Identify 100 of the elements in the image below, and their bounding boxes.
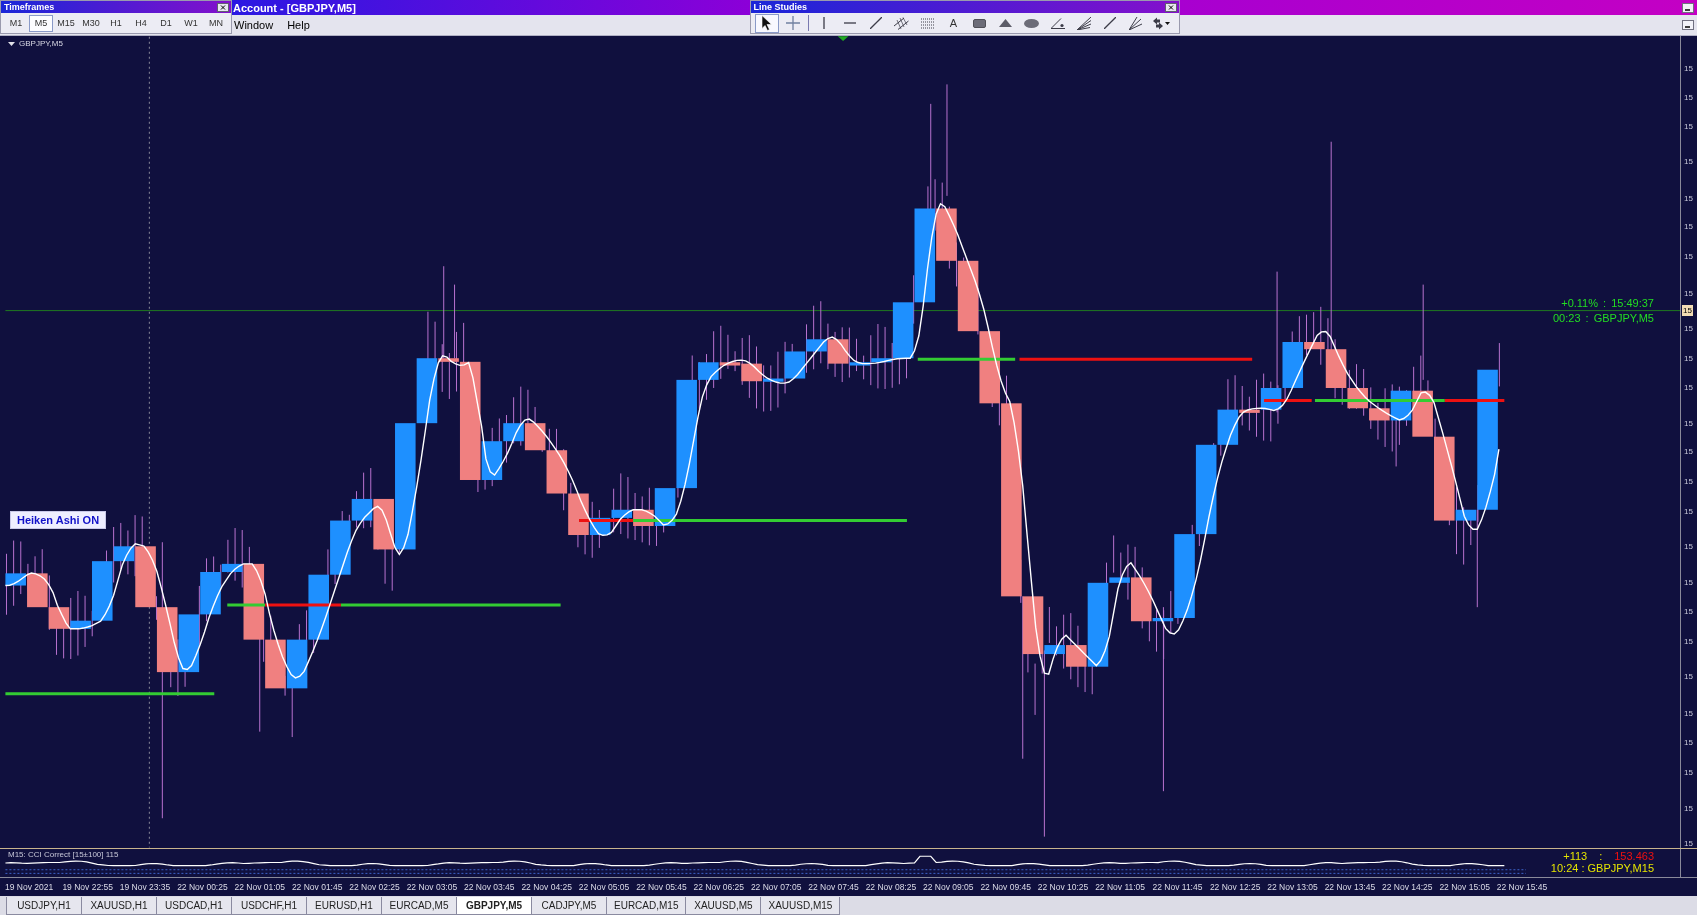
time-axis-label: 19 Nov 2021 (5, 881, 55, 893)
price-axis-label: 15 (1684, 636, 1693, 647)
time-axis-label: 19 Nov 23:35 (119, 881, 172, 893)
price-axis-label: 15 (1684, 222, 1693, 233)
price-axis-label: 15 (1684, 839, 1693, 849)
time-axis-label: 22 Nov 07:05 (750, 881, 803, 893)
time-axis-label: 22 Nov 10:25 (1037, 881, 1090, 893)
price-axis-label: 15 (1684, 193, 1693, 204)
time-axis-label: 22 Nov 04:25 (521, 881, 573, 893)
close-button[interactable] (1164, 2, 1177, 12)
symbol-tab[interactable]: EURCAD,M5 (381, 897, 457, 915)
arrows-icon (1153, 16, 1170, 30)
price-axis-label: 15 (1684, 252, 1693, 262)
price-axis-label: 15 (1684, 803, 1693, 814)
time-axis-label: 22 Nov 07:45 (808, 881, 860, 893)
ellipse-icon (1024, 18, 1039, 28)
indicator-title: M15: CCI Correct [15±100] 115 (8, 850, 119, 860)
time-axis-label: 22 Nov 03:45 (464, 881, 516, 893)
time-axis-label: 22 Nov 05:05 (578, 881, 631, 893)
tool-button[interactable]: A (941, 13, 966, 33)
symbol-tab[interactable]: XAUUSD,H1 (81, 897, 157, 915)
triangle-icon (999, 19, 1012, 27)
symbol-tab[interactable]: GBPJPY,M5 (456, 897, 532, 915)
triangle-marker-icon (837, 36, 849, 42)
close-button[interactable] (217, 2, 229, 12)
dropdown-triangle-icon[interactable] (8, 42, 15, 46)
time-axis-label: 22 Nov 14:25 (1382, 881, 1434, 893)
rectangle-icon (973, 18, 986, 28)
indicator-separator: : (1599, 850, 1603, 862)
minimize-button[interactable] (1682, 2, 1694, 13)
chart-info-text: +0.11% : 15:49:37 (1561, 297, 1654, 309)
price-axis-label: 15 (1684, 506, 1693, 517)
price-axis-label: 15 (1684, 708, 1693, 719)
price-axis-label: 15 (1684, 768, 1693, 778)
fan-lines-icon (1076, 16, 1091, 30)
crosshair-icon (785, 16, 800, 30)
time-axis-label: 22 Nov 03:05 (406, 881, 459, 893)
time-axis-label: 22 Nov 08:25 (865, 881, 918, 893)
time-axis-label: 22 Nov 15:45 (1496, 881, 1549, 893)
price-axis-label: 15 (1684, 476, 1693, 487)
angle-icon (1050, 17, 1065, 29)
time-axis-label: 22 Nov 11:05 (1095, 881, 1147, 893)
time-axis-label: 22 Nov 06:25 (693, 881, 746, 893)
time-axis-label: 22 Nov 05:45 (636, 881, 688, 893)
timeframe-button[interactable]: H1 (104, 14, 128, 32)
time-axis-label: 22 Nov 09:05 (923, 881, 975, 893)
chart-info-text: 00:23 : GBPJPY,M5 (1552, 312, 1654, 324)
price-axis-label: 15 (1684, 63, 1693, 74)
price-axis-label: 15 (1684, 288, 1693, 299)
price-axis-label: 15 (1684, 672, 1693, 683)
price-axis-label: 15 (1684, 542, 1693, 553)
symbol-tab[interactable]: CADJPY,M5 (531, 897, 607, 915)
time-axis-label: 22 Nov 09:45 (980, 881, 1032, 893)
minimize-button[interactable] (1682, 19, 1694, 30)
symbol-tab[interactable]: XAUUSD,M5 (685, 897, 762, 915)
timeframe-button[interactable]: D1 (154, 14, 178, 32)
price-axis-label: 15 (1684, 324, 1693, 334)
time-axis-label: 22 Nov 00:25 (177, 881, 229, 893)
cursor-icon (760, 15, 773, 31)
time-axis-label: 22 Nov 01:45 (291, 881, 344, 893)
timeframe-button[interactable]: H4 (129, 14, 153, 32)
menu-item[interactable]: Window (234, 17, 274, 32)
menu-item[interactable]: Help (287, 17, 310, 32)
diagonal-line-icon (1103, 17, 1116, 29)
dotted-lines-icon (921, 17, 934, 29)
time-axis-label: 22 Nov 13:05 (1267, 881, 1319, 893)
time-axis-label: 22 Nov 13:45 (1324, 881, 1377, 893)
time-axis-label: 22 Nov 12:25 (1209, 881, 1262, 893)
time-axis-label: 22 Nov 01:05 (234, 881, 287, 893)
price-axis-label: 15 (1684, 447, 1693, 458)
price-marker: 15 (1682, 304, 1693, 316)
symbol-tab[interactable]: USDCAD,H1 (156, 897, 232, 915)
vertical-line-icon (822, 17, 825, 29)
timeframe-button[interactable]: M15 (54, 14, 78, 32)
symbol-tab[interactable]: XAUUSD,M15 (760, 897, 841, 915)
price-axis-label: 15 (1684, 383, 1693, 394)
indicator-price: 153.463 (1614, 850, 1654, 862)
price-axis-label: 15 (1684, 738, 1693, 749)
timeframe-button[interactable]: M5 (29, 14, 53, 32)
symbol-tab[interactable]: EURUSD,H1 (306, 897, 382, 915)
timeframe-button[interactable]: M30 (79, 14, 103, 32)
time-axis-label: 19 Nov 22:55 (62, 881, 114, 893)
price-axis-label: 15 (1684, 607, 1693, 618)
minimize-icon (1682, 19, 1694, 30)
hatched-channel-icon (894, 16, 909, 30)
indicator-reading: +113 (1563, 850, 1588, 862)
time-axis-label: 22 Nov 02:25 (349, 881, 401, 893)
horizontal-line-icon (843, 22, 856, 24)
timeframe-button[interactable]: W1 (179, 14, 203, 32)
price-axis-label: 15 (1684, 353, 1693, 364)
symbol-tab[interactable]: EURCAD,M15 (606, 897, 687, 915)
timeframe-button[interactable]: MN (204, 14, 228, 32)
symbol-tab[interactable]: USDJPY,H1 (6, 897, 82, 915)
symbol-tab[interactable]: USDCHF,H1 (231, 897, 307, 915)
minimize-icon (1682, 2, 1694, 13)
price-axis-label: 15 (1684, 157, 1693, 168)
time-axis-label: 22 Nov 11:45 (1152, 881, 1204, 893)
tool-button[interactable] (754, 13, 779, 33)
timeframe-button[interactable]: M1 (4, 14, 28, 32)
price-axis-label: 15 (1684, 577, 1693, 588)
